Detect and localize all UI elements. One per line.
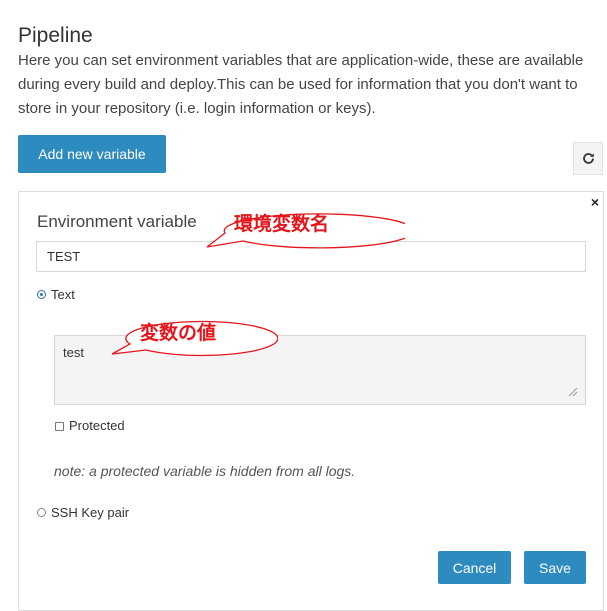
page-title: Pipeline — [18, 24, 93, 48]
resize-grip-icon[interactable] — [566, 385, 578, 397]
page-description: Here you can set environment variables t… — [18, 52, 584, 117]
protected-note: note: a protected variable is hidden fro… — [54, 463, 356, 479]
text-type-radio[interactable] — [37, 290, 46, 299]
cancel-button[interactable]: Cancel — [438, 551, 511, 584]
close-icon[interactable]: × — [586, 192, 604, 212]
text-type-label[interactable]: Text — [51, 287, 75, 302]
refresh-button[interactable] — [573, 142, 603, 175]
ssh-key-pair-label[interactable]: SSH Key pair — [51, 505, 129, 520]
protected-label[interactable]: Protected — [69, 418, 125, 433]
value-callout-text: 変数の値 — [140, 322, 217, 344]
refresh-icon — [582, 153, 594, 164]
add-new-variable-button[interactable]: Add new variable — [18, 135, 166, 173]
save-button[interactable]: Save — [524, 551, 586, 584]
name-callout-text: 環境変数名 — [234, 213, 330, 235]
ssh-key-pair-radio[interactable] — [37, 508, 46, 517]
environment-variable-label: Environment variable — [37, 212, 197, 231]
protected-checkbox[interactable] — [55, 422, 64, 431]
